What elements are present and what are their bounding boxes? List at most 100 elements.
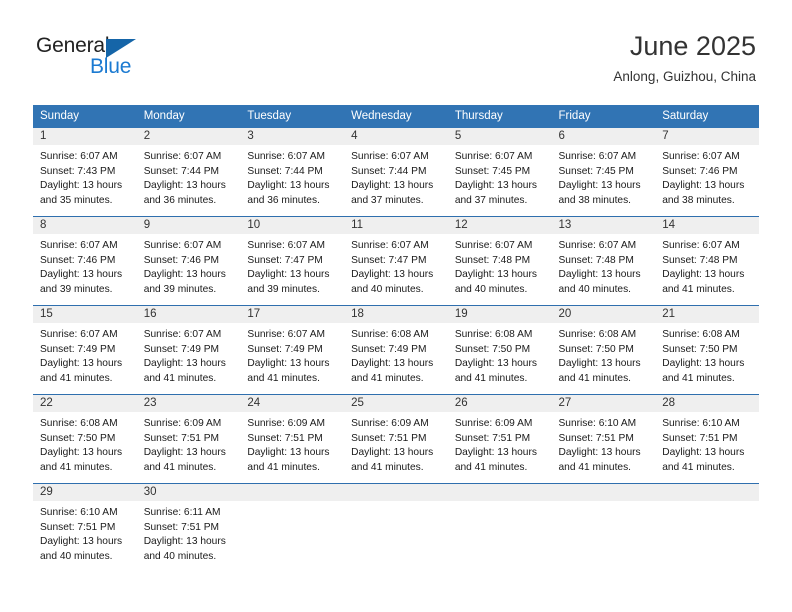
day-number: 23 — [136, 395, 241, 412]
day-cell[interactable]: 29 Sunrise: 6:10 AM Sunset: 7:51 PM Dayligh… — [33, 484, 137, 572]
day-cell[interactable]: 11 Sunrise: 6:07 AM Sunset: 7:47 PM Dayligh… — [344, 217, 448, 305]
day-number: 12 — [447, 217, 552, 234]
day-cell[interactable]: 12 Sunrise: 6:07 AM Sunset: 7:48 PM Dayligh… — [447, 217, 552, 305]
day-details: Sunrise: 6:09 AM Sunset: 7:51 PM Daylight:… — [448, 412, 552, 483]
day-number: 17 — [240, 306, 345, 323]
day-cell[interactable]: 5 Sunrise: 6:07 AM Sunset: 7:45 PM Daylight… — [447, 128, 552, 216]
sunset-text: Sunset: 7:49 PM — [143, 343, 220, 355]
daylight-text-line1: Daylight: 13 hours — [40, 180, 123, 192]
daylight-text-line1: Daylight: 13 hours — [40, 536, 123, 548]
sunset-text: Sunset: 7:47 PM — [351, 254, 427, 266]
week-row: 1 Sunrise: 6:07 AM Sunset: 7:43 PM Daylight… — [33, 128, 759, 216]
sunrise-text: Sunrise: 6:08 AM — [40, 418, 118, 429]
location-subtitle: Anlong, Guizhou, China — [613, 69, 756, 84]
sunrise-text: Sunrise: 6:07 AM — [40, 151, 118, 162]
generalblue-logo[interactable]: General Blue — [36, 33, 156, 83]
week-row: 8 Sunrise: 6:07 AM Sunset: 7:46 PM Daylight… — [33, 216, 759, 305]
day-details: Sunrise: 6:07 AM Sunset: 7:45 PM Daylight:… — [448, 145, 552, 216]
daylight-text-line2: and 41 minutes. — [454, 461, 528, 473]
daylight-text-line1: Daylight: 13 hours — [247, 447, 330, 459]
day-cell[interactable]: 25 Sunrise: 6:09 AM Sunset: 7:51 PM Dayligh… — [344, 395, 448, 483]
day-cell[interactable]: 1 Sunrise: 6:07 AM Sunset: 7:43 PM Daylight… — [33, 128, 137, 216]
sunset-text: Sunset: 7:49 PM — [351, 343, 427, 355]
sunrise-text: Sunrise: 6:07 AM — [558, 151, 637, 162]
day-cell[interactable]: 23 Sunrise: 6:09 AM Sunset: 7:51 PM Dayligh… — [136, 395, 241, 483]
day-details: Sunrise: 6:08 AM Sunset: 7:50 PM Daylight:… — [448, 323, 552, 394]
day-cell[interactable]: 6 Sunrise: 6:07 AM Sunset: 7:45 PM Daylight… — [551, 128, 656, 216]
day-number: 6 — [551, 128, 656, 145]
sunrise-text: Sunrise: 6:07 AM — [558, 240, 637, 251]
sunset-text: Sunset: 7:45 PM — [454, 165, 531, 177]
day-cell[interactable]: 15 Sunrise: 6:07 AM Sunset: 7:49 PM Dayligh… — [33, 306, 137, 394]
sunrise-text: Sunrise: 6:07 AM — [143, 151, 222, 162]
day-cell[interactable]: 26 Sunrise: 6:09 AM Sunset: 7:51 PM Dayligh… — [447, 395, 552, 483]
day-number: 9 — [136, 217, 241, 234]
sunset-text: Sunset: 7:51 PM — [558, 432, 634, 444]
daylight-text-line2: and 41 minutes. — [247, 461, 320, 473]
day-cell[interactable]: 19 Sunrise: 6:08 AM Sunset: 7:50 PM Dayligh… — [447, 306, 552, 394]
day-details: Sunrise: 6:07 AM Sunset: 7:46 PM Daylight:… — [33, 234, 137, 305]
day-details: Sunrise: 6:07 AM Sunset: 7:46 PM Daylight:… — [137, 234, 241, 305]
daylight-text-line1: Daylight: 13 hours — [662, 447, 745, 459]
daylight-text-line1: Daylight: 13 hours — [662, 269, 745, 281]
day-cell[interactable]: 20 Sunrise: 6:08 AM Sunset: 7:50 PM Dayligh… — [551, 306, 656, 394]
day-details: Sunrise: 6:08 AM Sunset: 7:49 PM Daylight:… — [344, 323, 448, 394]
sunrise-text: Sunrise: 6:10 AM — [558, 418, 637, 429]
weekday-header-row: Sunday Monday Tuesday Wednesday Thursday… — [33, 105, 759, 128]
day-cell[interactable]: 27 Sunrise: 6:10 AM Sunset: 7:51 PM Dayligh… — [551, 395, 656, 483]
title-block: June 2025 Anlong, Guizhou, China — [613, 30, 756, 85]
daylight-text-line2: and 38 minutes. — [558, 194, 632, 206]
daylight-text-line1: Daylight: 13 hours — [143, 269, 226, 281]
page-title: June 2025 — [629, 31, 756, 61]
day-cell[interactable]: 4 Sunrise: 6:07 AM Sunset: 7:44 PM Daylight… — [344, 128, 448, 216]
day-cell[interactable]: 16 Sunrise: 6:07 AM Sunset: 7:49 PM Dayligh… — [136, 306, 241, 394]
day-cell-empty — [344, 484, 448, 572]
day-cell[interactable]: 22 Sunrise: 6:08 AM Sunset: 7:50 PM Dayligh… — [33, 395, 137, 483]
daylight-text-line1: Daylight: 13 hours — [40, 269, 123, 281]
weekday-header-saturday: Saturday — [662, 110, 709, 122]
day-cell[interactable]: 14 Sunrise: 6:07 AM Sunset: 7:48 PM Dayligh… — [655, 217, 759, 305]
day-cell[interactable]: 30 Sunrise: 6:11 AM Sunset: 7:51 PM Dayligh… — [136, 484, 241, 572]
day-cell[interactable]: 18 Sunrise: 6:08 AM Sunset: 7:49 PM Dayligh… — [344, 306, 448, 394]
day-cell[interactable]: 28 Sunrise: 6:10 AM Sunset: 7:51 PM Dayligh… — [655, 395, 759, 483]
day-cell[interactable]: 17 Sunrise: 6:07 AM Sunset: 7:49 PM Dayligh… — [240, 306, 345, 394]
daylight-text-line2: and 41 minutes. — [40, 372, 113, 384]
day-cell-empty — [447, 484, 552, 572]
day-details: Sunrise: 6:11 AM Sunset: 7:51 PM Daylight:… — [137, 501, 241, 572]
day-number: 10 — [240, 217, 345, 234]
day-number: 19 — [447, 306, 552, 323]
sunset-text: Sunset: 7:46 PM — [662, 165, 738, 177]
day-cell[interactable]: 3 Sunrise: 6:07 AM Sunset: 7:44 PM Daylight… — [240, 128, 345, 216]
day-cell[interactable]: 7 Sunrise: 6:07 AM Sunset: 7:46 PM Daylight… — [655, 128, 759, 216]
day-number: 29 — [33, 484, 137, 501]
day-details: Sunrise: 6:07 AM Sunset: 7:48 PM Daylight:… — [655, 234, 759, 305]
weeks-container: 1 Sunrise: 6:07 AM Sunset: 7:43 PM Daylight… — [33, 128, 759, 572]
daylight-text-line1: Daylight: 13 hours — [40, 447, 123, 459]
day-number — [551, 484, 656, 501]
day-cell[interactable]: 21 Sunrise: 6:08 AM Sunset: 7:50 PM Dayligh… — [655, 306, 759, 394]
day-cell[interactable]: 13 Sunrise: 6:07 AM Sunset: 7:48 PM Dayligh… — [551, 217, 656, 305]
sunset-text: Sunset: 7:50 PM — [454, 343, 531, 355]
day-number: 18 — [344, 306, 448, 323]
daylight-text-line1: Daylight: 13 hours — [662, 180, 745, 192]
day-cell[interactable]: 24 Sunrise: 6:09 AM Sunset: 7:51 PM Dayligh… — [240, 395, 345, 483]
sunset-text: Sunset: 7:50 PM — [558, 343, 634, 355]
sunset-text: Sunset: 7:51 PM — [454, 432, 531, 444]
day-cell[interactable]: 2 Sunrise: 6:07 AM Sunset: 7:44 PM Daylight… — [136, 128, 241, 216]
daylight-text-line1: Daylight: 13 hours — [143, 358, 226, 370]
daylight-text-line2: and 39 minutes. — [40, 283, 113, 295]
day-cell[interactable]: 8 Sunrise: 6:07 AM Sunset: 7:46 PM Daylight… — [33, 217, 137, 305]
weekday-header-friday: Friday — [558, 110, 591, 122]
daylight-text-line1: Daylight: 13 hours — [143, 536, 226, 548]
sunset-text: Sunset: 7:50 PM — [40, 432, 116, 444]
sunrise-text: Sunrise: 6:09 AM — [143, 418, 222, 429]
daylight-text-line2: and 41 minutes. — [454, 372, 528, 384]
day-cell[interactable]: 9 Sunrise: 6:07 AM Sunset: 7:46 PM Daylight… — [136, 217, 241, 305]
daylight-text-line1: Daylight: 13 hours — [558, 180, 641, 192]
day-number: 25 — [344, 395, 448, 412]
daylight-text-line2: and 41 minutes. — [40, 461, 113, 473]
day-cell[interactable]: 10 Sunrise: 6:07 AM Sunset: 7:47 PM Dayligh… — [240, 217, 345, 305]
day-number: 11 — [344, 217, 448, 234]
sunset-text: Sunset: 7:44 PM — [247, 165, 323, 177]
day-details: Sunrise: 6:07 AM Sunset: 7:48 PM Daylight:… — [448, 234, 552, 305]
